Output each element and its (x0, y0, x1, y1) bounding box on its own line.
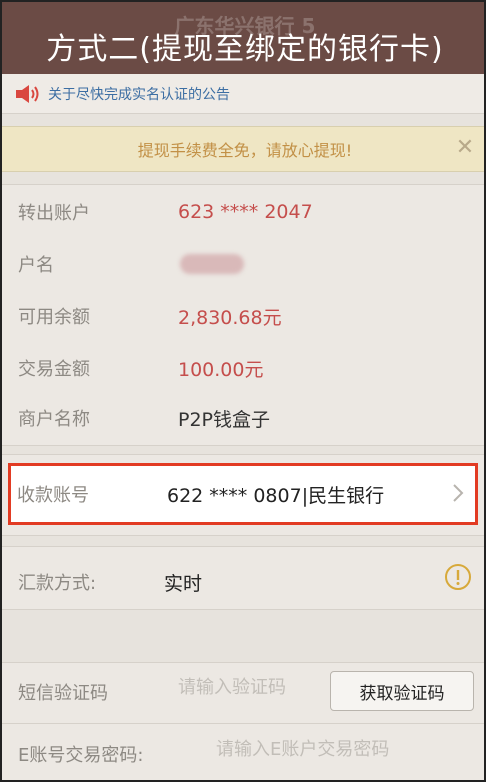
payee-section: 收款账号 622 **** 0807|民生银行 (2, 454, 484, 536)
password-row: E账号交易密码: (2, 725, 484, 780)
password-label: E账号交易密码: (18, 745, 144, 766)
warning-icon[interactable] (444, 563, 472, 591)
fee-banner: 提现手续费全免，请放心提现! ✕ (2, 126, 484, 172)
remit-method-label: 汇款方式: (18, 573, 97, 594)
verification-form: 短信验证码 获取验证码 E账号交易密码: (2, 662, 484, 780)
chevron-right-icon (453, 484, 464, 502)
caption-title: 方式二(提现至绑定的银行卡) (46, 32, 444, 67)
merchant-name-label: 商户名称 (18, 409, 90, 430)
account-name-label: 户名 (18, 255, 54, 276)
transaction-amount-value: 100.00元 (178, 358, 264, 381)
sms-code-label: 短信验证码 (18, 683, 108, 704)
form-divider (2, 723, 484, 724)
row-source-account: 转出账户 623 **** 2047 (2, 187, 484, 237)
payee-account-row[interactable]: 收款账号 622 **** 0807|民生银行 (8, 463, 478, 525)
transaction-amount-label: 交易金额 (18, 359, 90, 380)
notice-link[interactable]: 关于尽快完成实名认证的公告 (48, 84, 230, 104)
get-code-button[interactable]: 获取验证码 (330, 671, 474, 711)
available-balance-label: 可用余额 (18, 307, 90, 328)
row-transaction-amount: 交易金额 100.00元 (2, 343, 484, 393)
screen-frame: 广东华兴银行 5 方式二(提现至绑定的银行卡) 关于尽快完成实名认证的公告 提现… (0, 0, 486, 782)
row-merchant-name: 商户名称 P2P钱盒子 (2, 393, 484, 443)
remit-method-value: 实时 (164, 573, 203, 595)
row-account-name: 户名 (2, 239, 484, 289)
source-account-label: 转出账户 (18, 203, 90, 224)
close-icon[interactable]: ✕ (454, 137, 476, 159)
speaker-icon (16, 84, 39, 103)
account-name-value-blurred (180, 254, 244, 274)
sms-code-input[interactable] (178, 677, 318, 698)
notice-bar[interactable]: 关于尽快完成实名认证的公告 (2, 74, 484, 114)
sms-code-row: 短信验证码 获取验证码 (2, 663, 484, 719)
account-info-section: 转出账户 623 **** 2047 户名 可用余额 2,830.68元 交易金… (2, 184, 484, 446)
top-banner: 广东华兴银行 5 方式二(提现至绑定的银行卡) (2, 2, 484, 74)
remit-method-row: 汇款方式: 实时 (2, 546, 484, 610)
password-input[interactable] (216, 739, 476, 760)
row-available-balance: 可用余额 2,830.68元 (2, 291, 484, 341)
available-balance-value: 2,830.68元 (178, 306, 282, 329)
payee-account-value: 622 **** 0807|民生银行 (167, 484, 385, 507)
fee-banner-text: 提现手续费全免，请放心提现! (137, 141, 353, 160)
payee-account-label: 收款账号 (17, 485, 89, 506)
source-account-value: 623 **** 2047 (178, 201, 313, 223)
merchant-name-value: P2P钱盒子 (178, 408, 271, 431)
